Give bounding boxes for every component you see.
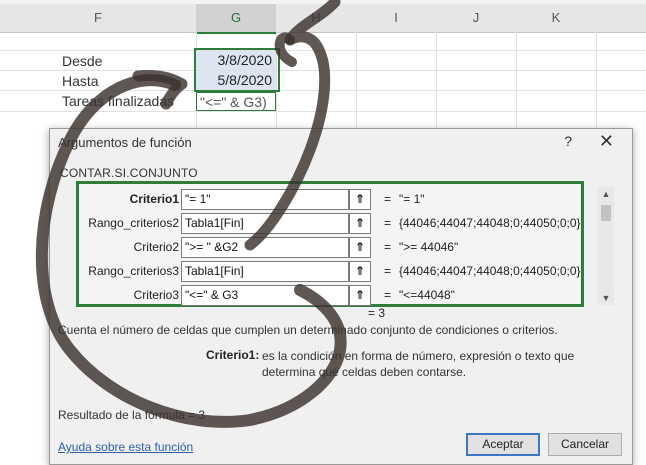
arg-input-criterio3[interactable]: "<=" & G3	[181, 285, 349, 306]
function-total: = 3	[368, 306, 386, 320]
column-header-extra[interactable]	[596, 4, 646, 33]
collapse-ref-icon[interactable]: ⇑	[349, 237, 371, 258]
help-icon[interactable]: ?	[564, 133, 572, 149]
arg-row-criterio1: Criterio1 "= 1" ⇑ = "= 1"	[79, 189, 581, 212]
column-header-f[interactable]: F	[0, 4, 197, 33]
arguments-scrollbar[interactable]: ▲ ▼	[598, 187, 614, 305]
grid-line	[516, 32, 517, 132]
grid-line	[436, 32, 437, 132]
arg-result: {44046;44047;44048;0;44050;0;0}	[399, 264, 581, 278]
grid-line	[0, 50, 646, 51]
arg-label: Criterio1	[129, 192, 179, 206]
scroll-thumb[interactable]	[601, 205, 611, 221]
arg-input-criterio2[interactable]: ">= " &G2	[181, 237, 349, 258]
arg-label: Criterio2	[133, 240, 179, 254]
cell-f2-label[interactable]: Desde	[62, 53, 102, 69]
equals-sign: =	[384, 192, 392, 206]
ok-button[interactable]: Aceptar	[466, 433, 540, 456]
close-icon[interactable]: ✕	[599, 131, 614, 152]
grid-line	[0, 70, 646, 71]
arg-input-rango-criterios2[interactable]: Tabla1[Fin]	[181, 213, 349, 234]
arg-result: {44046;44047;44048;0;44050;0;0}	[399, 216, 581, 230]
cell-g4-formula[interactable]: "<=" & G3)	[196, 92, 276, 111]
arg-row-criterio2: Criterio2 ">= " &G2 ⇑ = ">= 44046"	[79, 237, 581, 260]
collapse-ref-icon[interactable]: ⇑	[349, 213, 371, 234]
arg-label: Rango_criterios2	[88, 216, 179, 230]
collapse-ref-icon[interactable]: ⇑	[349, 189, 371, 210]
grid-line	[596, 32, 597, 132]
arg-row-rango-criterios2: Rango_criterios2 Tabla1[Fin] ⇑ = {44046;…	[79, 213, 581, 236]
collapse-ref-icon[interactable]: ⇑	[349, 261, 371, 282]
grid-line	[0, 111, 646, 112]
collapse-ref-icon[interactable]: ⇑	[349, 285, 371, 306]
range-selection-border	[194, 48, 280, 92]
help-link[interactable]: Ayuda sobre esta función	[58, 440, 193, 454]
arg-label: Criterio3	[133, 288, 179, 302]
arg-result: "= 1"	[399, 192, 425, 206]
arg-result: ">= 44046"	[399, 240, 459, 254]
column-header-i[interactable]: I	[356, 4, 437, 33]
arg-description-label: Criterio1:	[206, 348, 260, 362]
column-header-k[interactable]: K	[516, 4, 597, 33]
scroll-up-icon[interactable]: ▲	[598, 187, 614, 201]
function-arguments-dialog: Argumentos de función ? ✕ CONTAR.SI.CONJ…	[49, 128, 633, 465]
dialog-title: Argumentos de función	[58, 135, 192, 150]
arg-result: "<=44048"	[399, 288, 455, 302]
function-name: CONTAR.SI.CONJUNTO	[60, 166, 198, 180]
arg-row-rango-criterios3: Rango_criterios3 Tabla1[Fin] ⇑ = {44046;…	[79, 261, 581, 284]
equals-sign: =	[384, 288, 392, 302]
cancel-button[interactable]: Cancelar	[548, 433, 622, 456]
formula-result: Resultado de la fórmula = 3	[58, 408, 206, 422]
column-header-g[interactable]: G	[196, 4, 277, 34]
arg-input-criterio1[interactable]: "= 1"	[181, 189, 349, 210]
arguments-panel: Criterio1 "= 1" ⇑ = "= 1" Rango_criterio…	[76, 181, 584, 307]
arg-row-criterio3: Criterio3 "<=" & G3 ⇑ = "<=44048"	[79, 285, 581, 308]
equals-sign: =	[384, 216, 392, 230]
column-header-j[interactable]: J	[436, 4, 517, 33]
grid-line	[0, 90, 646, 91]
column-header-h[interactable]: H	[276, 4, 357, 33]
cell-f3-label[interactable]: Hasta	[62, 73, 99, 89]
cell-f4-label[interactable]: Tareas finalizadas	[62, 93, 174, 109]
arg-description: es la condición en forma de número, expr…	[262, 349, 575, 379]
function-description: Cuenta el número de celdas que cumplen u…	[58, 323, 558, 337]
arg-input-rango-criterios3[interactable]: Tabla1[Fin]	[181, 261, 349, 282]
arg-label: Rango_criterios3	[88, 264, 179, 278]
grid-line	[356, 32, 357, 132]
equals-sign: =	[384, 240, 392, 254]
scroll-down-icon[interactable]: ▼	[598, 291, 614, 305]
equals-sign: =	[384, 264, 392, 278]
